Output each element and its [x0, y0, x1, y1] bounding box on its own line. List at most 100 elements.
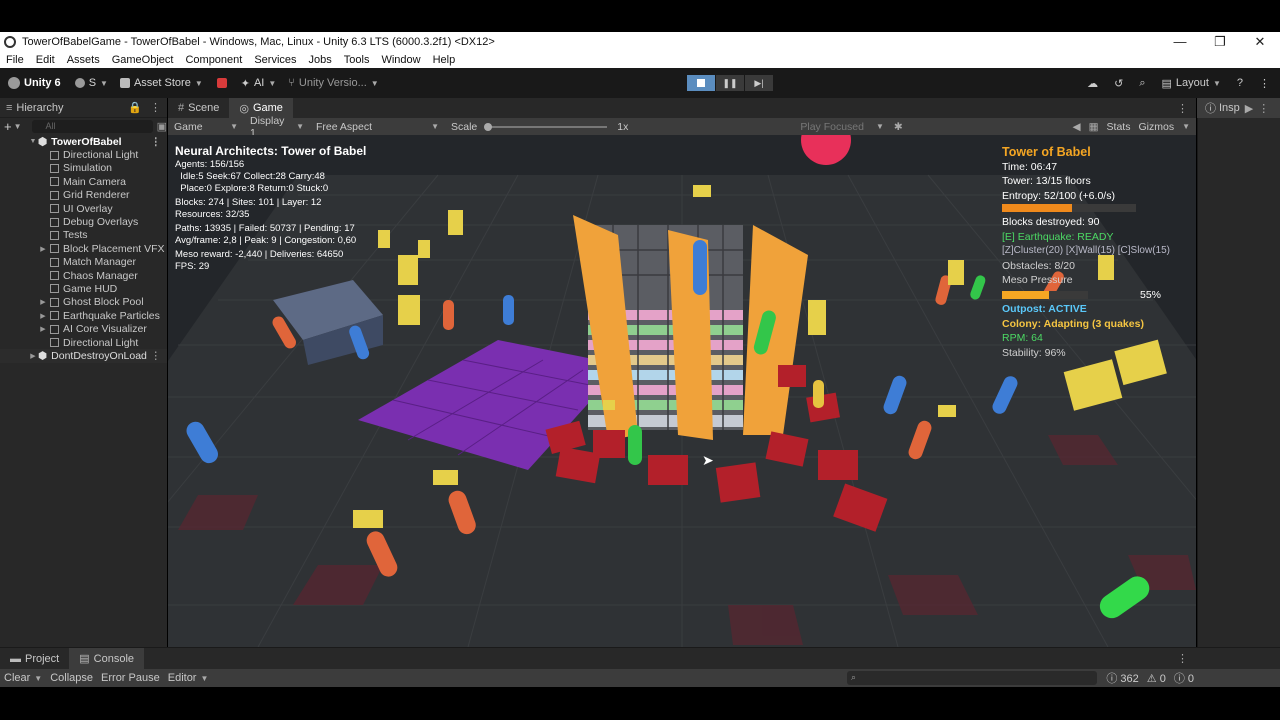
menu-tools[interactable]: Tools: [344, 54, 370, 66]
version-control-button[interactable]: ⑂ Unity Versio... ▼: [288, 77, 378, 89]
search-filter-icon[interactable]: ▣: [157, 120, 167, 133]
menu-services[interactable]: Services: [254, 54, 296, 66]
menu-component[interactable]: Component: [185, 54, 242, 66]
more-icon[interactable]: ⋮: [151, 350, 162, 362]
hierarchy-item[interactable]: ▶ Earthquake Particles: [0, 309, 167, 322]
hierarchy-item[interactable]: Chaos Manager: [0, 269, 167, 282]
tab-console[interactable]: ▤ Console: [69, 647, 145, 670]
menu-file[interactable]: File: [6, 54, 24, 66]
more-icon[interactable]: ⋮: [151, 136, 162, 148]
tab-game-label: Game: [252, 102, 283, 114]
hierarchy-search-input[interactable]: All: [31, 120, 153, 133]
more-icon[interactable]: ⋮: [1177, 652, 1188, 665]
gameobject-icon: [50, 284, 59, 294]
bug-icon[interactable]: ✱: [894, 121, 903, 133]
search-icon[interactable]: ⌕: [1139, 77, 1145, 90]
console-search-input[interactable]: ⌕: [847, 671, 1097, 685]
hierarchy-item[interactable]: Game HUD: [0, 282, 167, 295]
step-button[interactable]: ▶|: [745, 75, 773, 91]
tab-project[interactable]: ▬ Project: [0, 648, 69, 670]
expand-arrow-icon[interactable]: ▶: [38, 298, 48, 306]
chevron-right-icon[interactable]: ▶: [1245, 102, 1253, 115]
aspect-dropdown[interactable]: Free Aspect ▼: [310, 121, 445, 133]
more-icon[interactable]: ⋮: [1258, 102, 1269, 115]
error-pause-button[interactable]: Error Pause: [97, 672, 164, 684]
unity-version-button[interactable]: Unity 6: [8, 77, 61, 89]
pause-button[interactable]: ❚❚: [716, 75, 744, 91]
ai-button[interactable]: ✦ AI ▼: [241, 77, 277, 90]
hierarchy-item[interactable]: UI Overlay: [0, 202, 167, 215]
more-icon[interactable]: ⋮: [150, 101, 161, 114]
chevron-down-icon[interactable]: ▼: [34, 674, 42, 683]
game-mode-label: Game: [174, 120, 203, 133]
log-count[interactable]: ⓘ 362: [1106, 670, 1138, 686]
inspector-tab[interactable]: ⓘ Insp ▶ ⋮: [1197, 98, 1280, 118]
hierarchy-tab[interactable]: ≡ Hierarchy 🔒 ⋮: [0, 98, 167, 118]
add-icon[interactable]: +: [4, 119, 12, 134]
account-button[interactable]: S ▼: [74, 77, 108, 89]
ai-label: AI: [253, 77, 265, 89]
tab-scene[interactable]: # Scene: [168, 98, 229, 118]
clear-button[interactable]: Clear: [0, 672, 34, 684]
gizmos-button[interactable]: Gizmos: [1138, 121, 1174, 133]
menu-assets[interactable]: Assets: [67, 54, 100, 66]
layout-dropdown[interactable]: ▤ Layout ▼: [1162, 77, 1221, 90]
menu-bar: File Edit Assets GameObject Component Se…: [0, 51, 1280, 68]
play-button[interactable]: [687, 75, 715, 91]
menu-window[interactable]: Window: [381, 54, 420, 66]
expand-arrow-icon[interactable]: ▶: [28, 352, 38, 360]
stats-button[interactable]: Stats: [1107, 121, 1131, 133]
chevron-down-icon: ▼: [268, 78, 277, 88]
minimize-button[interactable]: —: [1160, 34, 1200, 50]
menu-jobs[interactable]: Jobs: [309, 54, 332, 66]
hierarchy-item[interactable]: ▶ AI Core Visualizer: [0, 322, 167, 335]
hierarchy-item[interactable]: Directional Light: [0, 148, 167, 161]
collapse-button[interactable]: Collapse: [46, 672, 97, 684]
scale-slider[interactable]: [484, 122, 608, 131]
asset-store-button[interactable]: Asset Store ▼: [119, 77, 203, 89]
grid-icon[interactable]: ▦: [1089, 121, 1099, 133]
menu-help[interactable]: Help: [433, 54, 456, 66]
chevron-down-icon[interactable]: ▼: [14, 122, 22, 131]
hierarchy-item[interactable]: Grid Renderer: [0, 189, 167, 202]
expand-arrow-icon[interactable]: ▼: [28, 138, 38, 145]
warning-count[interactable]: ⚠ 0: [1147, 672, 1166, 685]
error-icon: ⓘ: [1173, 673, 1185, 685]
hierarchy-root-scene[interactable]: ▼ ⬢ TowerOfBabel ⋮: [0, 135, 167, 148]
hierarchy-item[interactable]: Simulation: [0, 162, 167, 175]
hierarchy-item[interactable]: ▶ Ghost Block Pool: [0, 296, 167, 309]
bottom-letterbox: [0, 687, 1280, 720]
hierarchy-item[interactable]: Debug Overlays: [0, 215, 167, 228]
editor-dropdown[interactable]: Editor: [164, 672, 201, 684]
lock-icon[interactable]: 🔒: [128, 101, 142, 114]
bug-report-button[interactable]: [216, 78, 227, 88]
play-focused-dropdown[interactable]: Play Focused ▼: [794, 121, 890, 133]
expand-arrow-icon[interactable]: ▶: [38, 325, 48, 333]
history-icon[interactable]: ↺: [1114, 77, 1123, 90]
scale-control[interactable]: Scale 1x: [445, 121, 634, 133]
hierarchy-item[interactable]: ▶ Block Placement VFX: [0, 242, 167, 255]
chevron-down-icon[interactable]: ▼: [1182, 122, 1190, 131]
hierarchy-item[interactable]: Directional Light: [0, 336, 167, 349]
entropy-text: Entropy: 52/100 (+6.0/s): [1002, 189, 1115, 202]
error-count[interactable]: ⓘ 0: [1174, 670, 1194, 686]
close-button[interactable]: ✕: [1240, 34, 1280, 50]
game-mode-dropdown[interactable]: Game ▼: [168, 121, 244, 133]
menu-gameobject[interactable]: GameObject: [112, 54, 174, 66]
hierarchy-item[interactable]: Tests: [0, 229, 167, 242]
more-icon[interactable]: ⋮: [1177, 102, 1188, 115]
hierarchy-item[interactable]: Main Camera: [0, 175, 167, 188]
cloud-icon[interactable]: ☁: [1087, 77, 1098, 90]
expand-arrow-icon[interactable]: ▶: [38, 312, 48, 320]
maximize-button[interactable]: ❐: [1200, 34, 1240, 50]
menu-edit[interactable]: Edit: [36, 54, 55, 66]
play-controls: ❚❚ ▶|: [687, 75, 774, 91]
mute-audio-icon[interactable]: ◀: [1073, 121, 1081, 133]
hierarchy-item[interactable]: Match Manager: [0, 256, 167, 269]
chevron-down-icon[interactable]: ▼: [200, 674, 208, 683]
hierarchy-dontdestroy[interactable]: ▶ ⬢ DontDestroyOnLoad ⋮: [0, 349, 167, 363]
more-icon[interactable]: ⋮: [1259, 77, 1270, 90]
meso-pressure-bar-fill: [1002, 290, 1050, 299]
expand-arrow-icon[interactable]: ▶: [38, 245, 48, 253]
help-icon[interactable]: ?: [1237, 77, 1243, 89]
